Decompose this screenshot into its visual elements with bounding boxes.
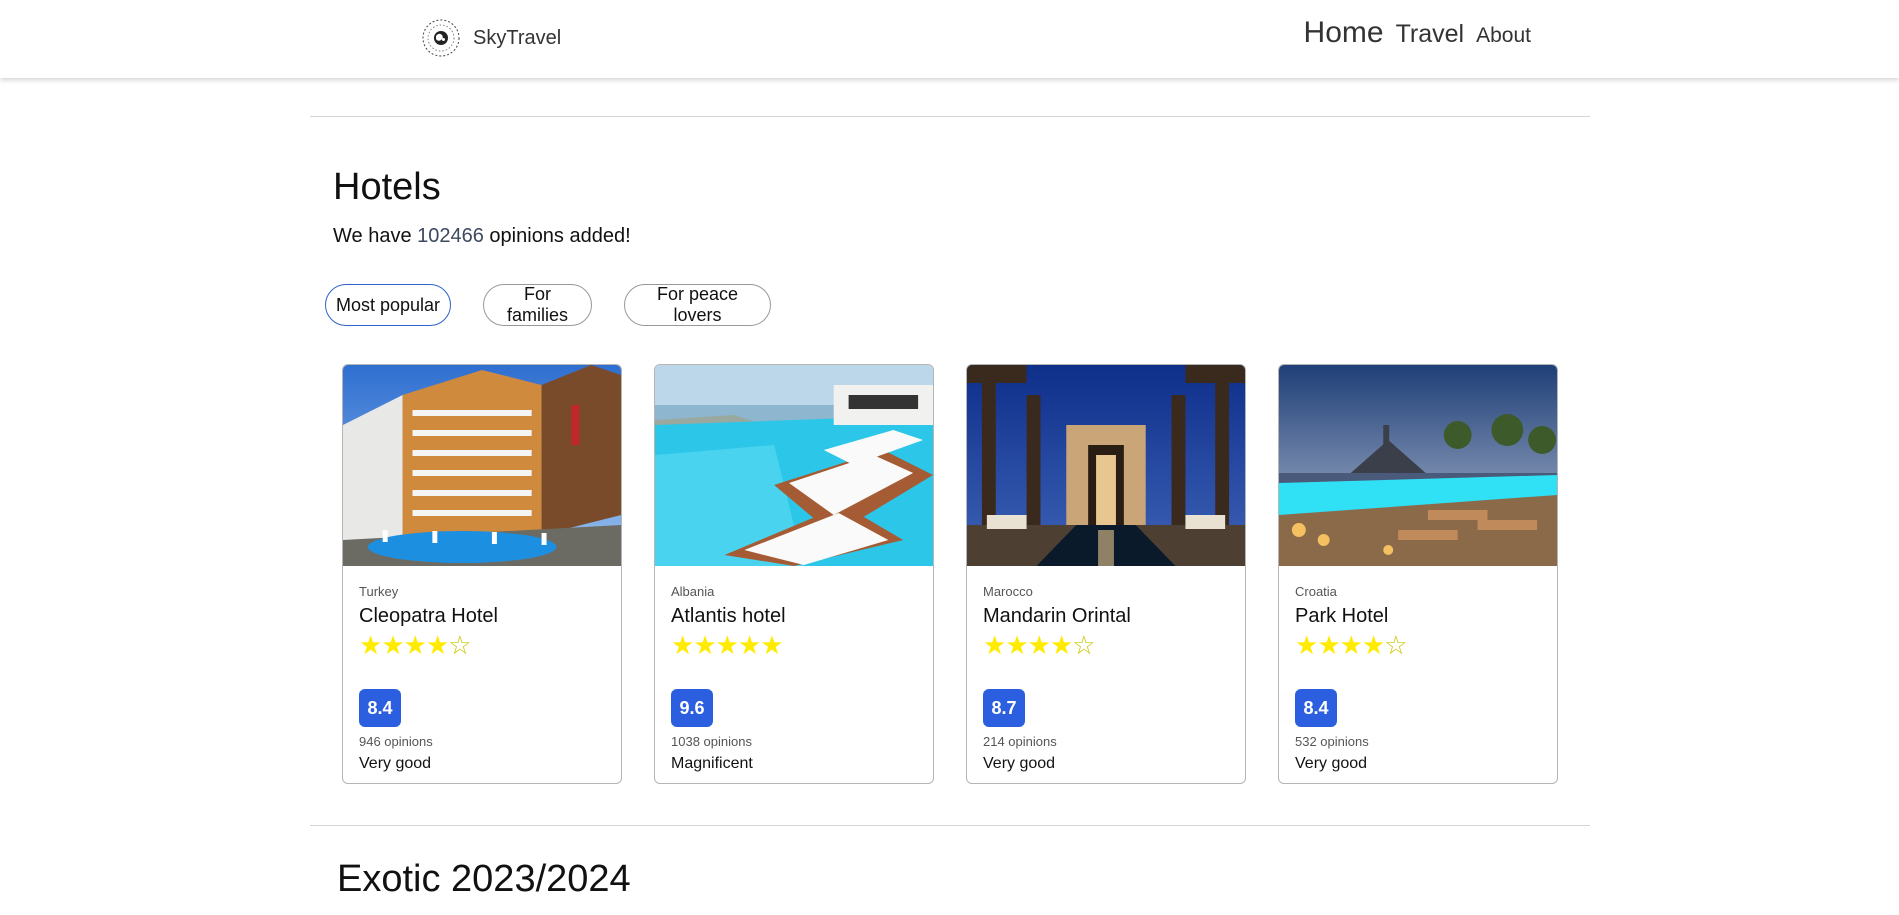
hotel-name[interactable]: Park Hotel [1295, 605, 1541, 628]
star-filled-icon: ★ [1005, 630, 1028, 660]
opinions-count-label: 214 opinions [983, 734, 1057, 749]
nav-about-link[interactable]: About [1476, 24, 1531, 48]
score-badge: 8.4 [1295, 689, 1337, 727]
rating-label: Very good [1295, 755, 1368, 772]
hotel-card[interactable]: Albania Atlantis hotel ★★★★★ 9.6 1038 op… [654, 364, 934, 784]
top-navbar: SkyTravel Home Travel About [0, 0, 1899, 78]
brand-name: SkyTravel [473, 26, 562, 49]
star-filled-icon: ★ [737, 630, 761, 660]
rating-label: Magnificent [671, 755, 753, 772]
divider [310, 825, 1590, 826]
opinions-count: 102466 [417, 225, 484, 247]
star-filled-icon: ★ [1361, 630, 1385, 660]
star-filled-icon: ★ [983, 630, 1006, 660]
star-rating: ★★★★★ [671, 631, 917, 659]
star-filled-icon: ★ [1049, 630, 1073, 660]
main-nav: Home Travel About [1292, 16, 1531, 50]
star-filled-icon: ★ [693, 630, 716, 660]
hotel-country: Turkey [359, 584, 399, 599]
score-badge: 9.6 [671, 689, 713, 727]
score-badge: 8.4 [359, 689, 401, 727]
divider [310, 116, 1590, 117]
hotel-name[interactable]: Cleopatra Hotel [359, 605, 605, 628]
infinity-pool-loungers-photo [655, 365, 933, 566]
score-badge: 8.7 [983, 689, 1025, 727]
star-outline-icon: ☆ [1384, 630, 1407, 660]
star-filled-icon: ★ [381, 630, 404, 660]
nav-home-link[interactable]: Home [1304, 16, 1384, 50]
globe-stamp-logo-icon [422, 19, 460, 57]
star-rating: ★★★★☆ [1295, 631, 1541, 659]
rating-label: Very good [359, 755, 432, 772]
opinions-count-label: 532 opinions [1295, 734, 1369, 749]
hotel-card[interactable]: Croatia Park Hotel ★★★★☆ 8.4 532 opinion… [1278, 364, 1558, 784]
night-courtyard-pool-photo [967, 365, 1245, 566]
hotel-name[interactable]: Atlantis hotel [671, 605, 917, 628]
star-outline-icon: ☆ [448, 630, 471, 660]
star-filled-icon: ★ [403, 630, 427, 660]
rating-label: Very good [983, 755, 1056, 772]
hotel-name[interactable]: Mandarin Orintal [983, 605, 1229, 628]
star-filled-icon: ★ [1027, 630, 1051, 660]
hotels-heading: Hotels [333, 166, 441, 208]
opinions-summary: We have 102466 opinions added! [333, 225, 631, 248]
star-filled-icon: ★ [671, 630, 694, 660]
star-rating: ★★★★☆ [359, 631, 605, 659]
star-filled-icon: ★ [1317, 630, 1340, 660]
star-filled-icon: ★ [760, 630, 783, 660]
opinions-count-label: 946 opinions [359, 734, 433, 749]
filter-for-families-button[interactable]: For families [483, 284, 592, 326]
hotel-country: Marocco [983, 584, 1033, 599]
star-filled-icon: ★ [1295, 630, 1318, 660]
exotic-heading: Exotic 2023/2024 [337, 858, 631, 900]
hotel-card[interactable]: Turkey Cleopatra Hotel ★★★★☆ 8.4 946 opi… [342, 364, 622, 784]
subtitle-suffix: opinions added! [483, 225, 631, 247]
star-filled-icon: ★ [715, 630, 739, 660]
star-filled-icon: ★ [359, 630, 382, 660]
brand[interactable]: SkyTravel [421, 18, 561, 58]
star-filled-icon: ★ [425, 630, 449, 660]
hotel-building-pool-photo [343, 365, 621, 566]
hotel-country: Croatia [1295, 584, 1337, 599]
nav-travel-link[interactable]: Travel [1396, 20, 1465, 49]
filter-peace-lovers-button[interactable]: For peace lovers [624, 284, 771, 326]
opinions-count-label: 1038 opinions [671, 734, 752, 749]
star-filled-icon: ★ [1339, 630, 1363, 660]
star-outline-icon: ☆ [1072, 630, 1095, 660]
sunset-pool-town-photo [1279, 365, 1557, 566]
hotel-card[interactable]: Marocco Mandarin Orintal ★★★★☆ 8.7 214 o… [966, 364, 1246, 784]
star-rating: ★★★★☆ [983, 631, 1229, 659]
subtitle-prefix: We have [333, 225, 418, 247]
filter-most-popular-button[interactable]: Most popular [325, 284, 451, 326]
hotel-country: Albania [671, 584, 715, 599]
